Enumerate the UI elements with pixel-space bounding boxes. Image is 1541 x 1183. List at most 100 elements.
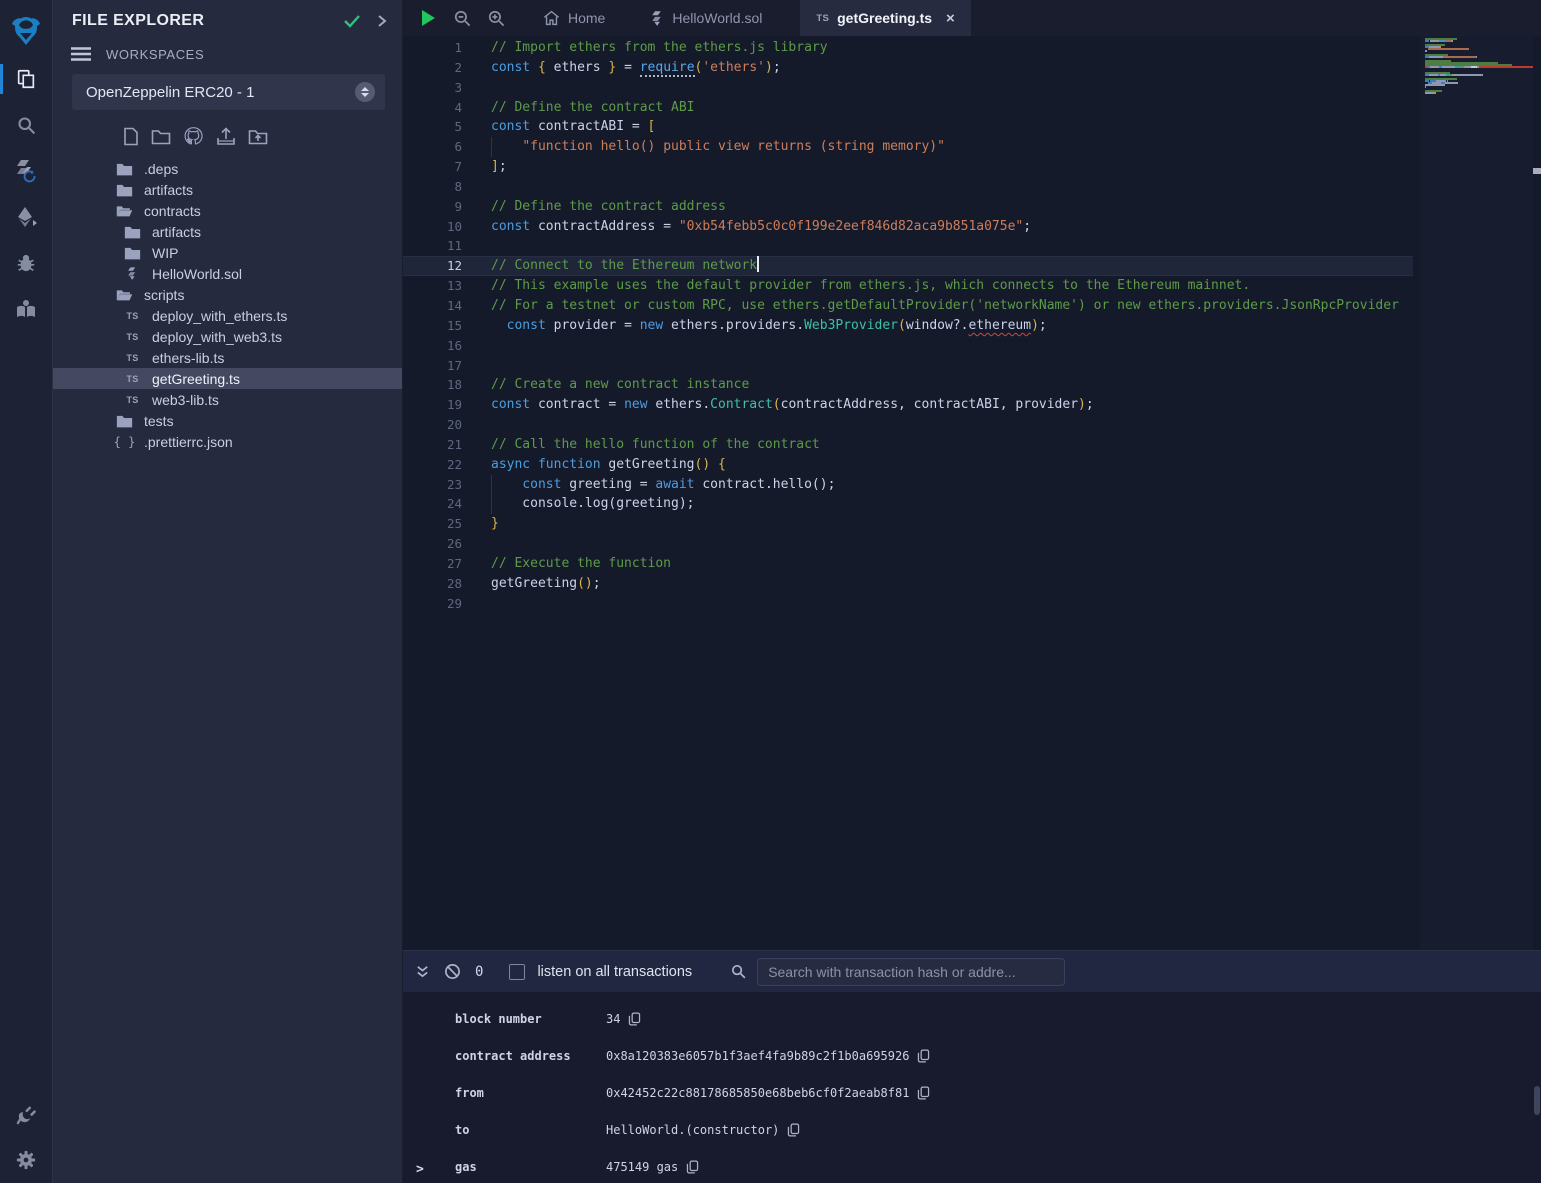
code-line: 12// Connect to the Ethereum network	[403, 256, 1413, 276]
chevron-right-icon[interactable]	[376, 13, 388, 29]
file-explorer-panel: FILE EXPLORER WORKSPACES OpenZeppelin ER…	[53, 0, 403, 1183]
code-line: 14// For a testnet or custom RPC, use et…	[403, 296, 1413, 316]
close-tab-icon[interactable]: ×	[946, 10, 955, 27]
folder-icon	[124, 246, 141, 260]
folder-open-icon	[116, 288, 133, 302]
zoom-out-icon[interactable]	[445, 0, 479, 36]
activity-bar	[0, 0, 53, 1183]
tab-label: Home	[568, 10, 605, 26]
listen-transactions-checkbox[interactable]	[509, 964, 525, 980]
folder-open-icon	[116, 204, 133, 218]
run-script-button[interactable]	[411, 0, 445, 36]
tree-item-label: artifacts	[152, 224, 201, 240]
code-line: 28getGreeting();	[403, 574, 1413, 594]
workspace-dropdown[interactable]: OpenZeppelin ERC20 - 1	[72, 74, 385, 110]
transaction-detail-row: block number34	[403, 1000, 1541, 1037]
tree-item[interactable]: TSgetGreeting.ts	[53, 368, 402, 389]
line-number: 29	[403, 594, 462, 614]
copy-icon[interactable]	[628, 1012, 641, 1026]
tree-item[interactable]: HelloWorld.sol	[53, 263, 402, 284]
solidity-compiler-icon[interactable]	[0, 148, 53, 194]
copy-icon[interactable]	[917, 1049, 930, 1063]
debugger-icon[interactable]	[0, 240, 53, 286]
plugin-manager-icon[interactable]	[0, 1091, 53, 1137]
detail-label: to	[403, 1123, 606, 1137]
folder-icon	[116, 414, 133, 428]
code-line: 3	[403, 78, 1413, 98]
file-actions-toolbar	[53, 116, 402, 154]
tree-item[interactable]: { }.prettierrc.json	[53, 431, 402, 452]
tab-label: getGreeting.ts	[837, 10, 932, 26]
clone-github-icon[interactable]	[183, 126, 204, 146]
code-line: 8	[403, 177, 1413, 197]
tree-item[interactable]: tests	[53, 410, 402, 431]
typescript-icon: TS	[124, 332, 141, 342]
transaction-detail-row: gas475149 gas	[403, 1148, 1541, 1183]
minimap[interactable]	[1420, 36, 1533, 950]
deploy-and-run-icon[interactable]	[0, 194, 53, 240]
line-number: 7	[403, 157, 462, 177]
upload-file-icon[interactable]	[216, 127, 236, 146]
tree-item[interactable]: artifacts	[53, 221, 402, 242]
copy-icon[interactable]	[686, 1160, 699, 1174]
tree-item-label: artifacts	[144, 182, 193, 198]
remix-logo-icon[interactable]	[0, 6, 53, 56]
line-number: 3	[403, 78, 462, 98]
new-file-icon[interactable]	[123, 127, 139, 146]
terminal-prompt[interactable]: >	[416, 1162, 424, 1177]
tree-item[interactable]: scripts	[53, 284, 402, 305]
editor-scrollbar[interactable]	[1533, 36, 1541, 950]
code-line: 23 const greeting = await contract.hello…	[403, 475, 1413, 495]
tab-helloworld-sol[interactable]: HelloWorld.sol	[635, 0, 778, 36]
terminal-scrollbar[interactable]	[1534, 1086, 1540, 1115]
workspaces-menu-icon[interactable]	[70, 46, 92, 62]
remix-ide-app: FILE EXPLORER WORKSPACES OpenZeppelin ER…	[0, 0, 1541, 1183]
tree-item[interactable]: artifacts	[53, 179, 402, 200]
typescript-icon: TS	[816, 13, 829, 24]
tab-getgreeting-ts[interactable]: TS getGreeting.ts ×	[800, 0, 970, 36]
line-number: 12	[403, 256, 462, 276]
line-number: 27	[403, 554, 462, 574]
tree-item[interactable]: .deps	[53, 158, 402, 179]
tree-item-label: HelloWorld.sol	[152, 266, 242, 282]
line-number: 15	[403, 316, 462, 336]
typescript-icon: TS	[124, 311, 141, 321]
tree-item[interactable]: WIP	[53, 242, 402, 263]
typescript-icon: TS	[124, 374, 141, 384]
tree-item-label: tests	[144, 413, 174, 429]
terminal-toolbar: 0 listen on all transactions	[403, 951, 1541, 992]
tree-item-label: deploy_with_ethers.ts	[152, 308, 287, 324]
tree-item[interactable]: TS deploy_with_ethers.ts	[53, 305, 402, 326]
zoom-in-icon[interactable]	[479, 0, 513, 36]
folder-icon	[116, 183, 133, 197]
line-number: 26	[403, 534, 462, 554]
workspaces-label: WORKSPACES	[106, 47, 204, 62]
file-explorer-icon[interactable]	[0, 56, 53, 102]
copy-icon[interactable]	[787, 1123, 800, 1137]
detail-value: 475149 gas	[606, 1160, 678, 1174]
listen-transactions-label: listen on all transactions	[537, 964, 692, 980]
code-line: 5const contractABI = [	[403, 117, 1413, 137]
detail-label: gas	[403, 1160, 606, 1174]
tree-item[interactable]: contracts	[53, 200, 402, 221]
code-editor[interactable]: 1// Import ethers from the ethers.js lib…	[403, 36, 1413, 950]
learneth-icon[interactable]	[0, 286, 53, 332]
workspace-dropdown-arrows-icon	[355, 82, 375, 102]
tree-item[interactable]: TSethers-lib.ts	[53, 347, 402, 368]
tree-item[interactable]: TSweb3-lib.ts	[53, 389, 402, 410]
copy-icon[interactable]	[917, 1086, 930, 1100]
new-folder-icon[interactable]	[151, 128, 171, 145]
accept-check-icon[interactable]	[342, 13, 362, 29]
search-icon[interactable]	[0, 102, 53, 148]
tree-item-label: WIP	[152, 245, 178, 261]
tree-item[interactable]: TSdeploy_with_web3.ts	[53, 326, 402, 347]
code-line: 2const { ethers } = require('ethers');	[403, 58, 1413, 78]
upload-folder-icon[interactable]	[248, 128, 268, 145]
tab-home[interactable]: Home	[527, 0, 621, 36]
collapse-terminal-icon[interactable]	[415, 964, 430, 980]
clear-console-icon[interactable]	[444, 963, 461, 980]
code-line: 25}	[403, 514, 1413, 534]
line-number: 11	[403, 236, 462, 256]
settings-gear-icon[interactable]	[0, 1137, 53, 1183]
terminal-search-input[interactable]	[757, 958, 1065, 986]
